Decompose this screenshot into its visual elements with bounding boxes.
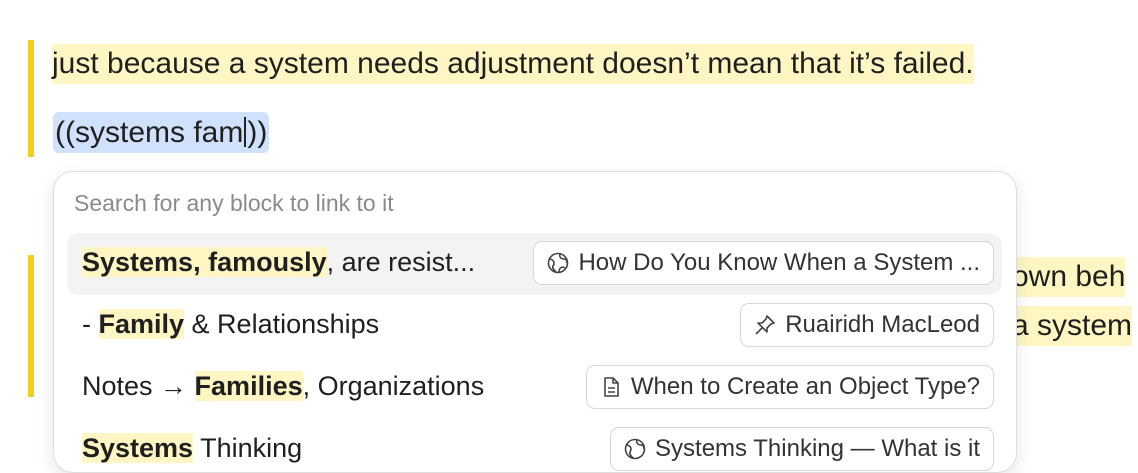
background-text-line-1: own beh [1012, 257, 1126, 297]
result-source-title: When to Create an Object Type? [630, 373, 980, 400]
highlighted-quote-line[interactable]: just because a system needs adjustment d… [52, 44, 974, 84]
block-reference-input[interactable]: ((systems fam)) [53, 112, 270, 153]
result-source-title: Ruairidh MacLeod [785, 311, 980, 338]
result-match-highlight: Family [98, 309, 185, 339]
result-text: Notes → Families, Organizations [82, 371, 485, 401]
search-result-row[interactable]: Notes → Families, Organizations When to … [67, 357, 1002, 419]
result-source-title: How Do You Know When a System ... [578, 249, 980, 276]
result-text: Systems, famously, are resist... [82, 247, 476, 277]
block-reference-token[interactable]: ((systems fam)) [53, 112, 270, 153]
result-match-highlight: Families [194, 371, 303, 401]
globe-icon [623, 437, 647, 461]
result-source-badge[interactable]: When to Create an Object Type? [585, 365, 994, 409]
pushpin-icon [753, 313, 777, 337]
quote-bar-top [28, 40, 34, 157]
result-source-badge[interactable]: Systems Thinking — What is it [610, 427, 994, 471]
block-search-popup: Search for any block to link to it Syste… [53, 171, 1017, 473]
background-text-line-2: a system [1012, 306, 1133, 346]
search-result-row[interactable]: Systems Thinking Systems Thinking — What… [67, 419, 1002, 472]
result-source-badge[interactable]: How Do You Know When a System ... [533, 241, 994, 285]
result-match-highlight: Systems, famously [82, 247, 327, 277]
result-source-title: Systems Thinking — What is it [655, 435, 980, 462]
result-text: Systems Thinking [82, 433, 303, 463]
ref-close-parens: )) [247, 116, 268, 149]
document-icon [599, 375, 623, 399]
ref-query-text: systems fam [74, 116, 244, 149]
search-result-row[interactable]: - Family & Relationships Ruairidh MacLeo… [67, 295, 1002, 357]
result-text: - Family & Relationships [82, 309, 380, 339]
search-result-row[interactable]: Systems, famously, are resist... How Do … [67, 233, 1002, 295]
quote-bar-bottom [28, 255, 34, 397]
ref-open-parens: (( [55, 116, 75, 149]
globe-icon [546, 251, 570, 275]
result-match-highlight: Systems [82, 433, 194, 463]
block-search-placeholder[interactable]: Search for any block to link to it [74, 190, 394, 217]
result-source-badge[interactable]: Ruairidh MacLeod [740, 303, 994, 347]
